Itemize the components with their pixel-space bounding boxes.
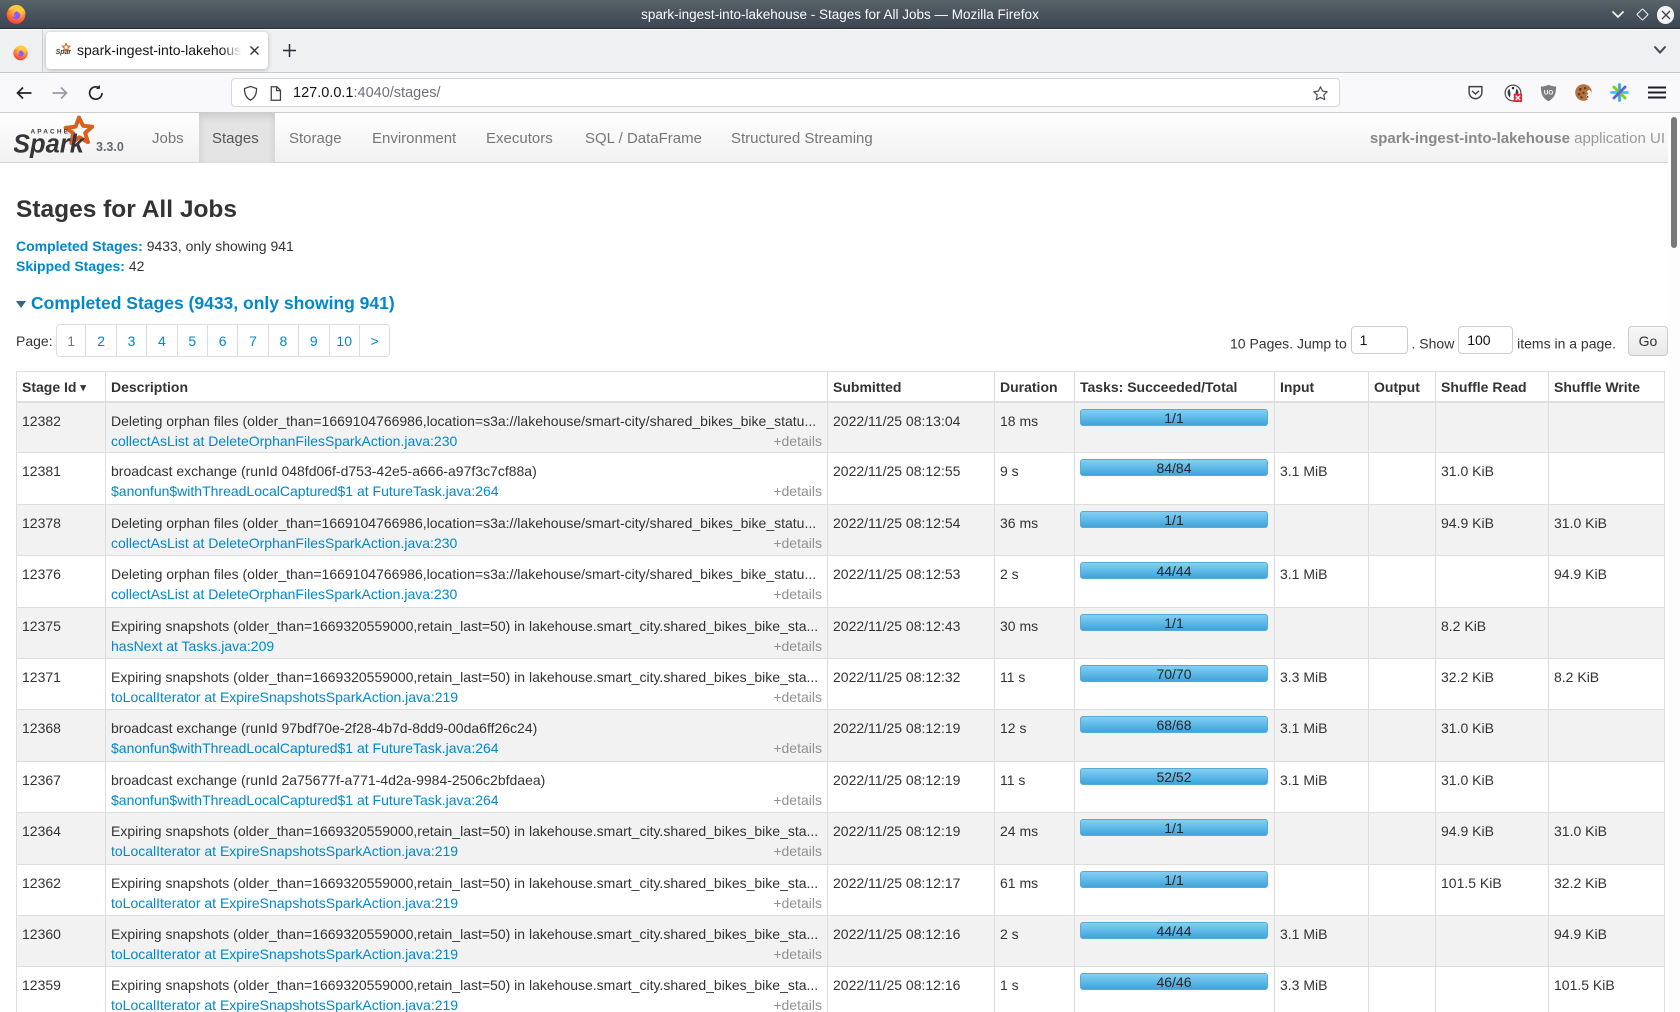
svg-text:Spark: Spark (56, 49, 71, 56)
svg-text:APACHE: APACHE (31, 129, 71, 136)
svg-text:UO: UO (1544, 90, 1553, 97)
